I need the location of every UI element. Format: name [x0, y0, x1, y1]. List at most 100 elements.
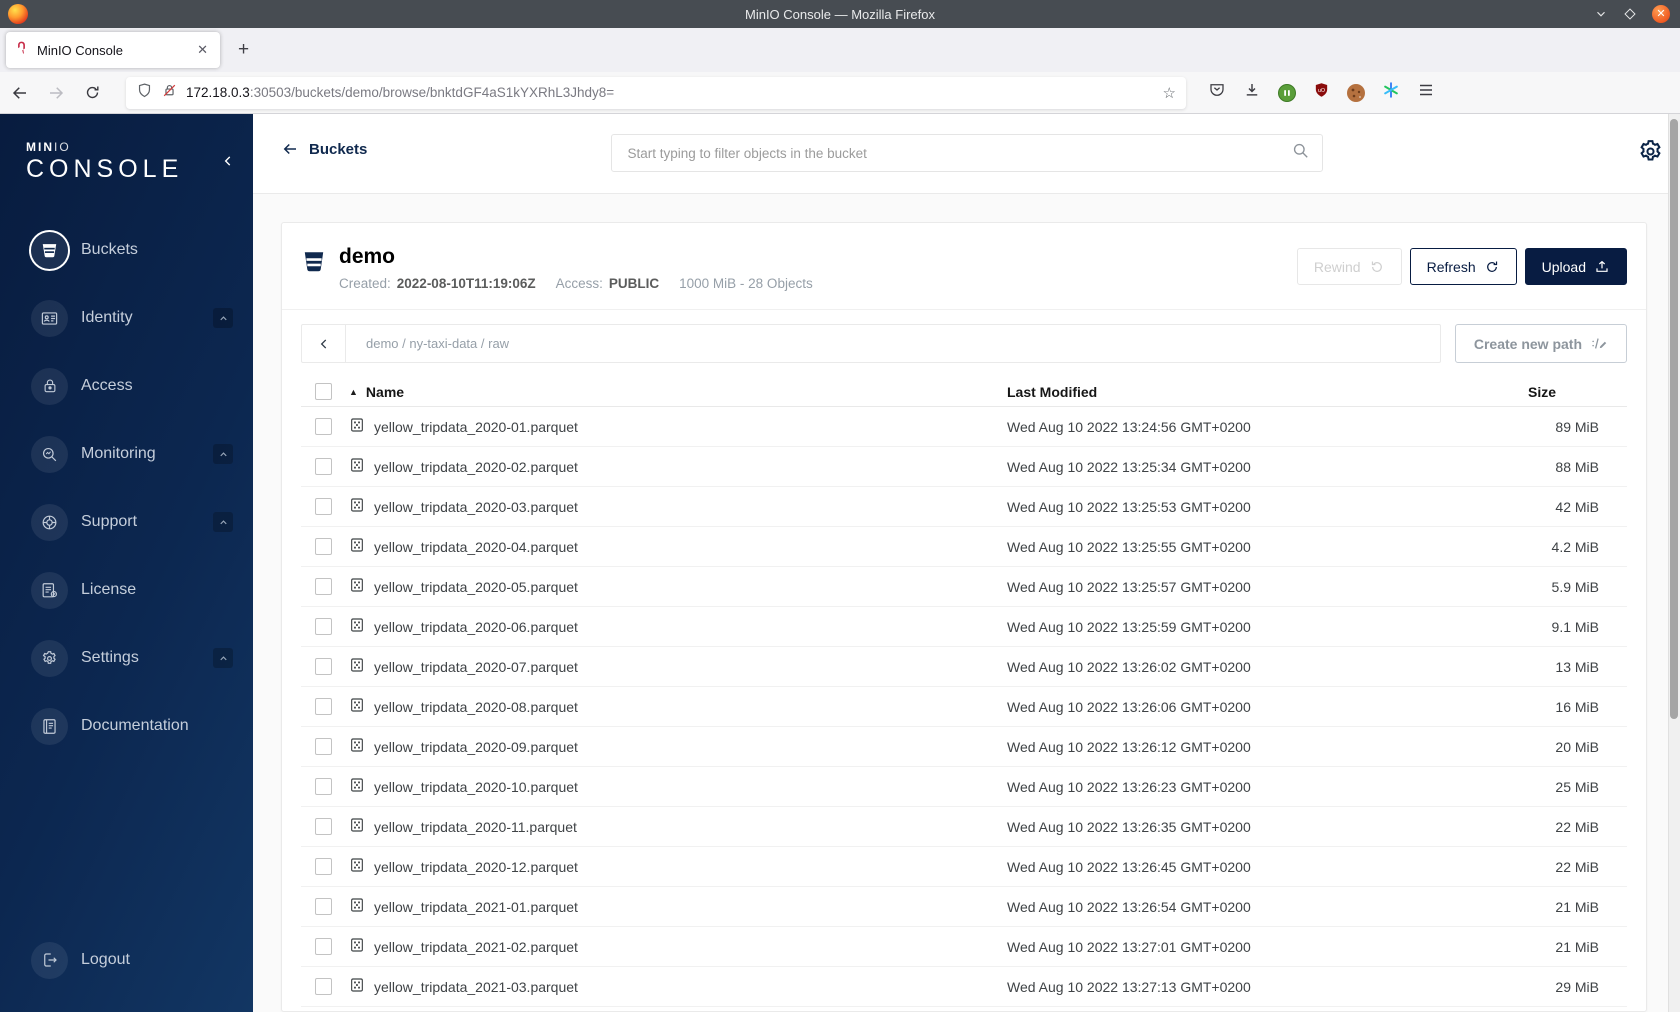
url-text[interactable]: 172.18.0.3:30503/buckets/demo/browse/bnk… — [186, 85, 1163, 100]
row-checkbox[interactable] — [315, 618, 332, 635]
row-checkbox[interactable] — [315, 778, 332, 795]
row-checkbox[interactable] — [315, 538, 332, 555]
chevron-up-icon[interactable] — [213, 648, 233, 668]
url-bar[interactable]: 172.18.0.3:30503/buckets/demo/browse/bnk… — [126, 76, 1186, 109]
pocket-icon[interactable] — [1208, 81, 1226, 104]
rewind-button[interactable]: Rewind — [1296, 248, 1402, 285]
object-row[interactable]: yellow_tripdata_2020-06.parquet Wed Aug 1… — [301, 607, 1627, 647]
object-row[interactable]: yellow_tripdata_2021-02.parquet Wed Aug 1… — [301, 927, 1627, 967]
ublock-origin-icon[interactable]: uO — [1313, 81, 1330, 104]
object-name[interactable]: yellow_tripdata_2020-04.parquet — [374, 539, 578, 555]
insecure-lock-icon[interactable] — [161, 82, 178, 104]
new-tab-button[interactable]: + — [230, 39, 257, 61]
object-name[interactable]: yellow_tripdata_2020-11.parquet — [374, 819, 577, 835]
object-name[interactable]: yellow_tripdata_2020-08.parquet — [374, 699, 578, 715]
maximize-icon[interactable] — [1624, 8, 1636, 20]
path-back-button[interactable] — [302, 325, 346, 362]
object-filter-input[interactable] — [627, 145, 1291, 161]
sidebar-collapse-icon[interactable] — [221, 154, 235, 173]
tracking-shield-icon[interactable] — [136, 82, 153, 104]
forward-icon[interactable] — [40, 78, 72, 108]
sidebar-item-monitoring[interactable]: Monitoring — [0, 420, 253, 488]
tab-minio-console[interactable]: MinIO Console ✕ — [6, 32, 220, 68]
cookie-extension-icon[interactable] — [1347, 83, 1365, 102]
asterisk-extension-icon[interactable] — [1382, 81, 1400, 104]
object-row[interactable]: yellow_tripdata_2020-09.parquet Wed Aug 1… — [301, 727, 1627, 767]
search-icon — [1291, 141, 1310, 165]
create-new-path-button[interactable]: Create new path — [1454, 324, 1627, 363]
chevron-up-icon[interactable] — [213, 444, 233, 464]
sort-ascending-icon[interactable]: ▲ — [349, 387, 358, 397]
object-row[interactable]: yellow_tripdata_2020-04.parquet Wed Aug 1… — [301, 527, 1627, 567]
object-row[interactable]: yellow_tripdata_2020-07.parquet Wed Aug 1… — [301, 647, 1627, 687]
sidebar-item-settings[interactable]: Settings — [0, 624, 253, 692]
refresh-button[interactable]: Refresh — [1409, 248, 1517, 285]
row-checkbox[interactable] — [315, 818, 332, 835]
object-name[interactable]: yellow_tripdata_2020-10.parquet — [374, 779, 578, 795]
row-checkbox[interactable] — [315, 458, 332, 475]
object-last-modified: Wed Aug 10 2022 13:24:56 GMT+0200 — [1007, 418, 1251, 435]
sidebar-item-documentation[interactable]: Documentation — [0, 692, 253, 760]
row-checkbox[interactable] — [315, 938, 332, 955]
sidebar-item-label: Settings — [81, 649, 139, 666]
row-checkbox[interactable] — [315, 698, 332, 715]
privacy-badger-icon[interactable] — [1278, 83, 1296, 102]
object-name[interactable]: yellow_tripdata_2020-12.parquet — [374, 859, 578, 875]
sidebar-item-buckets[interactable]: Buckets — [0, 216, 253, 284]
object-row[interactable]: yellow_tripdata_2020-05.parquet Wed Aug 1… — [301, 567, 1627, 607]
column-header-name[interactable]: ▲ Name — [349, 384, 1007, 400]
column-header-size[interactable]: Size — [1477, 384, 1627, 400]
object-name[interactable]: yellow_tripdata_2021-01.parquet — [374, 899, 578, 915]
object-row[interactable]: yellow_tripdata_2020-03.parquet Wed Aug 1… — [301, 487, 1627, 527]
page-scrollbar[interactable] — [1668, 114, 1680, 1012]
back-icon[interactable] — [4, 78, 36, 108]
object-name[interactable]: yellow_tripdata_2021-02.parquet — [374, 939, 578, 955]
chevron-up-icon[interactable] — [213, 512, 233, 532]
row-checkbox[interactable] — [315, 738, 332, 755]
object-row[interactable]: yellow_tripdata_2020-12.parquet Wed Aug 1… — [301, 847, 1627, 887]
sidebar-item-support[interactable]: Support — [0, 488, 253, 556]
row-checkbox[interactable] — [315, 498, 332, 515]
sidebar-item-access[interactable]: Access — [0, 352, 253, 420]
object-row[interactable]: yellow_tripdata_2020-01.parquet Wed Aug 1… — [301, 407, 1627, 447]
sidebar-item-identity[interactable]: Identity — [0, 284, 253, 352]
object-name[interactable]: yellow_tripdata_2020-09.parquet — [374, 739, 578, 755]
console-settings-gear-icon[interactable] — [1637, 138, 1664, 170]
download-icon[interactable] — [1243, 81, 1261, 104]
object-file-icon — [349, 697, 365, 716]
object-row[interactable]: yellow_tripdata_2020-08.parquet Wed Aug 1… — [301, 687, 1627, 727]
object-name[interactable]: yellow_tripdata_2020-03.parquet — [374, 499, 578, 515]
object-name[interactable]: yellow_tripdata_2020-05.parquet — [374, 579, 578, 595]
object-name[interactable]: yellow_tripdata_2020-02.parquet — [374, 459, 578, 475]
tab-close-icon[interactable]: ✕ — [193, 40, 212, 60]
upload-button[interactable]: Upload — [1524, 248, 1627, 285]
object-row[interactable]: yellow_tripdata_2020-10.parquet Wed Aug 1… — [301, 767, 1627, 807]
window-menu-chevron-icon[interactable] — [1594, 7, 1608, 21]
back-to-buckets-link[interactable]: Buckets — [281, 140, 367, 158]
object-row[interactable]: yellow_tripdata_2021-03.parquet Wed Aug 1… — [301, 967, 1627, 1007]
object-row[interactable]: yellow_tripdata_2020-02.parquet Wed Aug 1… — [301, 447, 1627, 487]
object-name[interactable]: yellow_tripdata_2021-03.parquet — [374, 979, 578, 995]
page-scrollbar-thumb[interactable] — [1670, 119, 1678, 719]
row-checkbox[interactable] — [315, 858, 332, 875]
row-checkbox[interactable] — [315, 418, 332, 435]
reload-icon[interactable] — [76, 78, 108, 108]
row-checkbox[interactable] — [315, 898, 332, 915]
sidebar-item-logout[interactable]: Logout — [0, 926, 253, 994]
object-name[interactable]: yellow_tripdata_2020-06.parquet — [374, 619, 578, 635]
select-all-checkbox[interactable] — [315, 383, 332, 400]
column-header-last-modified[interactable]: Last Modified — [1007, 384, 1477, 400]
object-name[interactable]: yellow_tripdata_2020-01.parquet — [374, 419, 578, 435]
chevron-up-icon[interactable] — [213, 308, 233, 328]
row-checkbox[interactable] — [315, 578, 332, 595]
row-checkbox[interactable] — [315, 978, 332, 995]
sidebar-item-license[interactable]: License — [0, 556, 253, 624]
breadcrumb[interactable]: demo / ny-taxi-data / raw — [346, 325, 509, 362]
object-name[interactable]: yellow_tripdata_2020-07.parquet — [374, 659, 578, 675]
bookmark-star-icon[interactable]: ☆ — [1163, 84, 1176, 102]
hamburger-menu-icon[interactable] — [1417, 81, 1435, 104]
object-row[interactable]: yellow_tripdata_2020-11.parquet Wed Aug 1… — [301, 807, 1627, 847]
row-checkbox[interactable] — [315, 658, 332, 675]
close-window-button[interactable]: ✕ — [1652, 5, 1670, 23]
object-row[interactable]: yellow_tripdata_2021-01.parquet Wed Aug 1… — [301, 887, 1627, 927]
